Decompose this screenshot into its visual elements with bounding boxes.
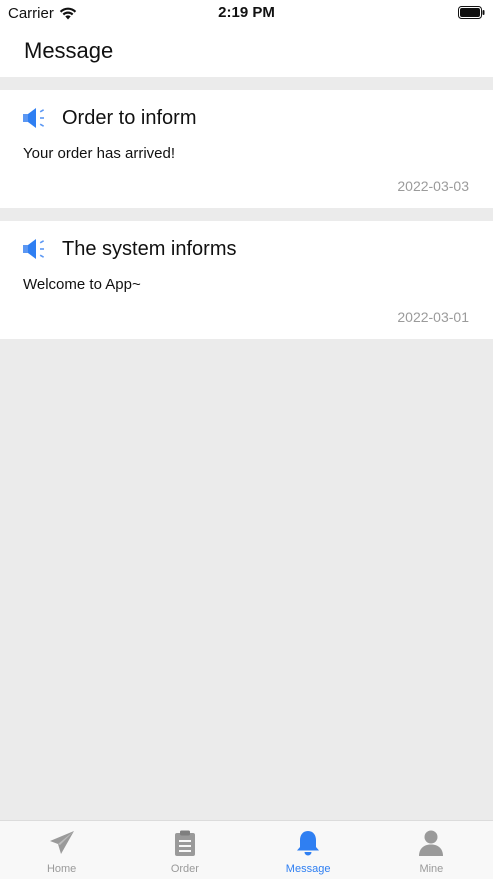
message-title: The system informs bbox=[62, 238, 237, 260]
message-body: Welcome to App~ bbox=[23, 276, 141, 293]
battery-icon bbox=[458, 6, 485, 19]
bell-icon bbox=[297, 831, 320, 856]
tab-label: Order bbox=[170, 863, 199, 875]
page-header: Message bbox=[0, 26, 493, 77]
status-time: 2:19 PM bbox=[218, 4, 275, 21]
status-bar: Carrier 2:19 PM bbox=[0, 0, 493, 26]
message-title: Order to inform bbox=[62, 107, 197, 129]
tab-label: Message bbox=[285, 863, 331, 875]
message-card-order[interactable]: Order to inform Your order has arrived! … bbox=[0, 90, 493, 208]
tab-mine[interactable]: Mine bbox=[370, 821, 493, 879]
message-list: Order to inform Your order has arrived! … bbox=[0, 90, 493, 352]
page-title: Message bbox=[24, 38, 114, 63]
speaker-icon bbox=[23, 108, 45, 128]
tab-home[interactable]: Home bbox=[0, 821, 123, 879]
message-body: Your order has arrived! bbox=[23, 145, 176, 162]
message-card-system[interactable]: The system informs Welcome to App~ 2022-… bbox=[0, 221, 493, 339]
tab-label: Mine bbox=[419, 863, 444, 875]
tab-order[interactable]: Order bbox=[123, 821, 246, 879]
tab-label: Home bbox=[46, 863, 77, 875]
tab-bar: Home Order Message Mine bbox=[0, 820, 493, 879]
clipboard-icon bbox=[174, 830, 195, 856]
paper-plane-icon bbox=[49, 831, 74, 854]
message-date: 2022-03-01 bbox=[397, 309, 469, 325]
message-date: 2022-03-03 bbox=[397, 178, 469, 194]
tab-message[interactable]: Message bbox=[247, 821, 370, 879]
person-icon bbox=[419, 830, 444, 856]
speaker-icon bbox=[23, 239, 45, 259]
